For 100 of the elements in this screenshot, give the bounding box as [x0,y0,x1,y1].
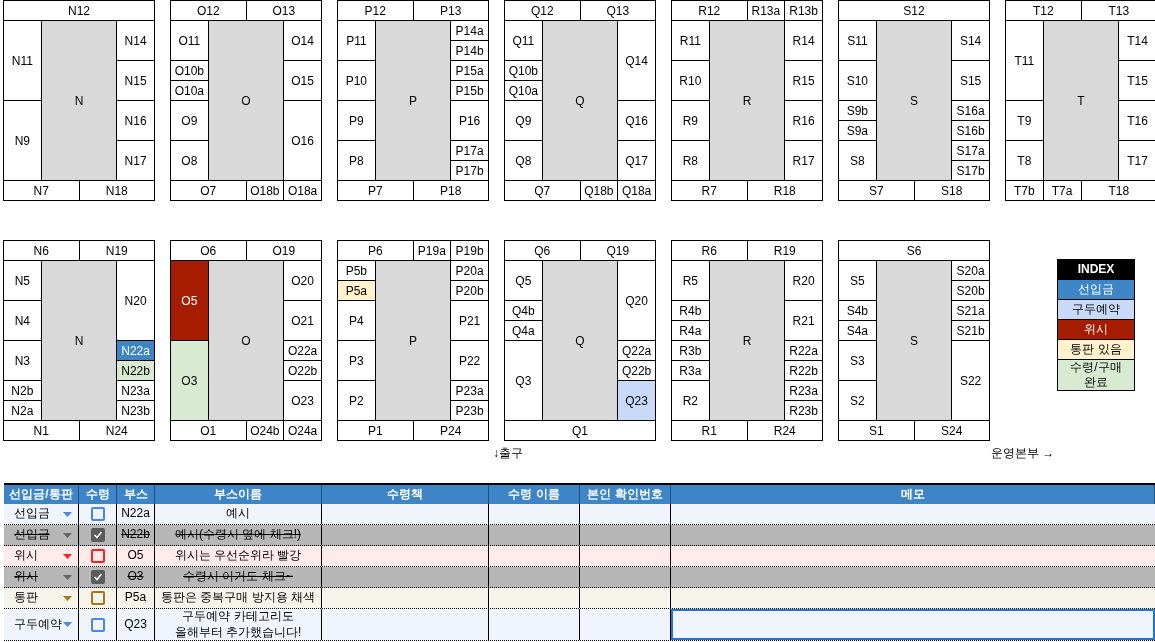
category-dropdown[interactable]: 구두예약 [4,609,78,641]
booth-cell: O10b [171,61,208,80]
checkbox[interactable] [90,617,105,632]
booth-cell: R24 [747,421,822,440]
category-dropdown[interactable]: 선입금 [4,504,78,524]
table-cell: 위시는 우선순위라 빨강 [155,546,322,566]
booth-cell: Q13 [580,1,655,20]
checkbox[interactable] [90,528,105,542]
booth-cell: N1 [4,421,79,440]
booth-cell: N17 [117,141,154,180]
booth-cell: N9 [4,101,41,180]
caret-icon [63,574,72,580]
booth-cell: P3 [338,341,375,380]
booth-cell: Q22a [618,341,655,360]
booth-cell: R23a [785,381,822,400]
booth-cell: N3 [4,341,41,380]
block-label: P [375,21,451,180]
booth-cell: P17b [451,161,488,180]
booth-cell: Q5 [505,261,542,300]
booth-cell: Q1 [505,421,655,440]
booth-cell: R6 [672,241,747,260]
booth-cell: P20a [451,261,488,280]
booth-cell: N18 [79,181,154,200]
column-header: 부스 [117,485,155,504]
block-label: P [375,261,451,420]
checkbox[interactable] [90,591,105,605]
column-header: 수령책 [322,485,489,504]
booth-cell: P6 [338,241,413,260]
booth-cell: R22a [785,341,822,360]
booth-cell: R7 [672,181,747,200]
booth-cell: N5 [4,261,41,300]
booth-cell: R17 [785,141,822,180]
column-header: 본인 확인번호 [580,485,671,504]
booth-cell: O5 [171,261,208,340]
booth-cell: S20a [952,261,989,280]
booth-cell: Q20 [618,261,655,340]
booth-cell: T18 [1081,181,1155,200]
booth-cell: R13b [785,1,822,20]
booth-cell: R2 [672,381,709,420]
booth-cell: P23a [451,381,488,400]
booth-cell: R1 [672,421,747,440]
booth-cell: O15 [284,61,321,100]
booth-cell: S15 [952,61,989,100]
block-label: R [709,261,785,420]
category-dropdown[interactable]: 통판 [4,588,78,608]
booth-cell: T7b [1006,181,1043,200]
booth-cell: T14 [1119,21,1155,60]
booth-cell: P19b [451,241,488,260]
checkbox[interactable] [90,570,105,584]
category-dropdown[interactable]: 위시 [4,567,78,587]
booth-cell: S14 [952,21,989,60]
legend-item: 수령/구매 완료 [1058,360,1134,390]
booth-cell: P20b [451,281,488,300]
booth-cell: P1 [338,421,413,440]
booth-cell: S21b [952,321,989,340]
booth-cell: P22 [451,341,488,380]
booth-cell: O21 [284,301,321,340]
table-cell: 통판은 중복구매 방지용 채색 [155,588,322,608]
booth-cell: R9 [672,101,709,140]
booth-cell: O7 [171,181,246,200]
booth-cell: O24a [284,421,321,440]
booth-cell: P24 [413,421,488,440]
checkbox[interactable] [90,507,105,521]
category-dropdown[interactable]: 선입금 [4,525,78,545]
booth-cell: N24 [79,421,154,440]
category-dropdown[interactable]: 위시 [4,546,78,566]
checkbox[interactable] [90,549,105,563]
booth-cell: N23b [117,401,154,420]
booth-cell: P13 [413,1,488,20]
booth-cell: N20 [117,261,154,340]
booth-cell: T11 [1006,21,1043,100]
booth-cell: Q10a [505,81,542,100]
table-cell: O3 [117,567,155,587]
booth-cell: Q6 [505,241,580,260]
booth-cell: R23b [785,401,822,420]
booth-cell: Q18a [618,181,655,200]
booth-cell: O1 [171,421,246,440]
booth-cell: P8 [338,141,375,180]
legend-item: 통판 있음 [1058,340,1134,359]
booth-cell: R4b [672,301,709,320]
column-header: 선입금/통판 [4,485,79,504]
booth-cell: N11 [4,21,41,100]
legend-item: 선입금 [1058,280,1134,299]
booth-cell: T15 [1119,61,1155,100]
booth-cell: S17b [952,161,989,180]
booth-cell: Q22b [618,361,655,380]
block-label: R [709,21,785,180]
booth-cell: P15a [451,61,488,80]
selected-cell[interactable] [671,609,1155,641]
booth-cell: R12 [672,1,747,20]
column-header: 수령 이름 [489,485,580,504]
booth-cell: S21a [952,301,989,320]
booth-cell: P2 [338,381,375,420]
booth-cell: S6 [839,241,989,260]
booth-cell: Q12 [505,1,580,20]
booth-cell: S9a [839,121,876,140]
table-cell: N22a [117,504,155,524]
booth-cell: S2 [839,381,876,420]
booth-cell: O19 [246,241,321,260]
booth-cell: Q4a [505,321,542,340]
